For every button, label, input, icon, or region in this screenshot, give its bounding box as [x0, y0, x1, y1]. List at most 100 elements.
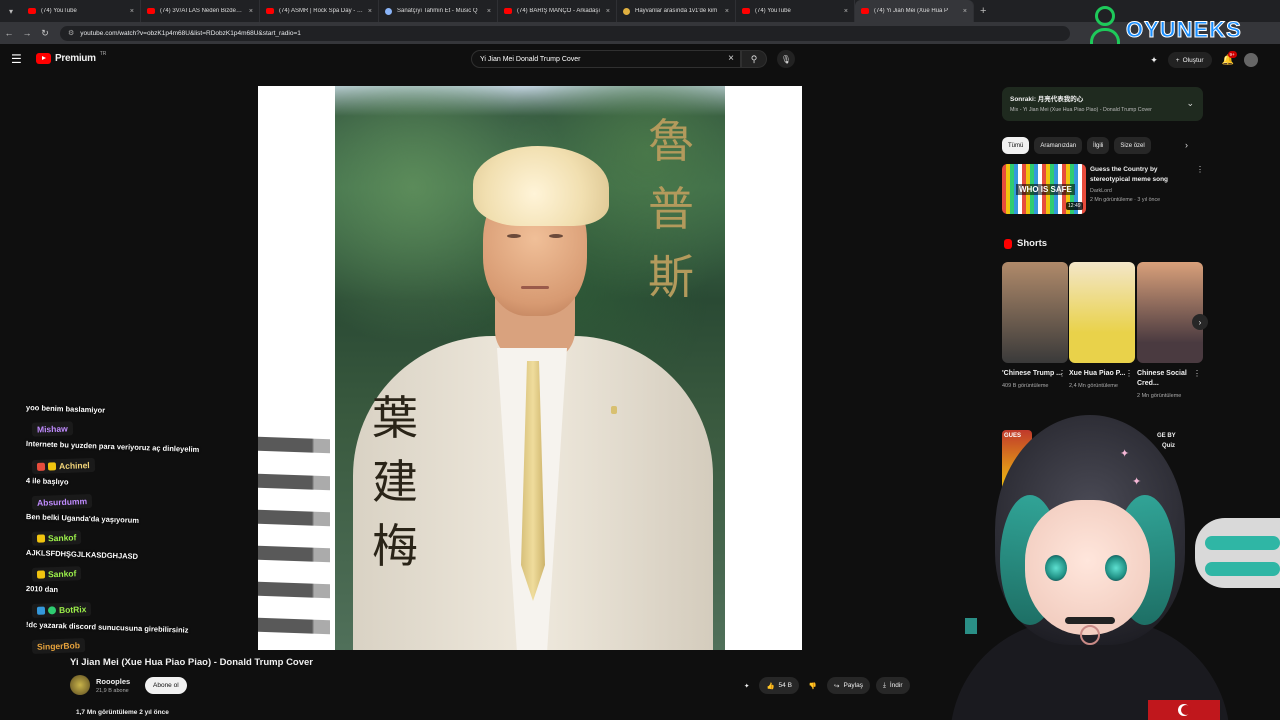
browser-tab[interactable]: Sanatçıyı Tahmin Et - Music Q ×: [379, 0, 498, 22]
close-icon[interactable]: ×: [130, 8, 134, 15]
share-icon: ↪: [834, 682, 840, 690]
like-button[interactable]: 👍 54 B: [759, 677, 799, 694]
browser-tab[interactable]: (74) YouTube ×: [22, 0, 141, 22]
chat-message: 2010 dan: [26, 581, 330, 599]
more-vert-icon[interactable]: ⋮: [1193, 369, 1201, 378]
chat-username: Sankof: [31, 566, 82, 582]
youtube-icon: [266, 8, 274, 14]
close-icon[interactable]: ×: [249, 8, 253, 15]
chip-from-search[interactable]: Aramanızdan: [1034, 137, 1083, 154]
chip-for-you[interactable]: Size özel: [1114, 137, 1151, 154]
forward-icon[interactable]: →: [18, 28, 36, 38]
youtube-logo[interactable]: Premium TR: [36, 51, 106, 64]
chat-username: Mishaw: [31, 421, 73, 437]
short-thumbnail[interactable]: [1002, 262, 1068, 363]
chat-message: AJKLSFDHŞGJLKASDGHJASD: [26, 545, 330, 563]
tab-search-icon[interactable]: ▾: [0, 0, 22, 22]
browser-tab[interactable]: (74) ASMR | Rock Spa Day - Yo ×: [260, 0, 379, 22]
short-card[interactable]: Xue Hua Piao P... 2,4 Mn görüntüleme ⋮: [1069, 262, 1135, 390]
url-field[interactable]: ⚙ youtube.com/watch?v=obzK1p4m68U&list=R…: [60, 25, 1070, 41]
views-and-age: 1,7 Mn görüntüleme 2 yıl önce: [76, 709, 169, 716]
download-button[interactable]: ⤓ İndir: [875, 677, 910, 694]
rec-meta: 2 Mn görüntüleme · 3 yıl önce: [1090, 197, 1161, 203]
chevron-right-icon[interactable]: ›: [1185, 140, 1188, 150]
badge-icon: [36, 534, 46, 543]
more-vert-icon[interactable]: ⋮: [1196, 165, 1204, 174]
lapel-pin: [611, 406, 617, 414]
star-icon: ✦: [1132, 476, 1142, 488]
share-button[interactable]: ↪ Paylaş: [827, 677, 870, 694]
youtube-icon: [28, 8, 36, 14]
browser-tab[interactable]: (74) 3V/ATLAS Neden Bizden G ×: [141, 0, 260, 22]
short-card[interactable]: 'Chinese Trump ... 409 B görüntüleme ⋮: [1002, 262, 1068, 390]
notification-badge: 9+: [1227, 50, 1237, 58]
chevron-down-icon[interactable]: ⌄: [1186, 98, 1194, 109]
extension-icon[interactable]: ✦: [1150, 55, 1158, 66]
chevron-right-icon[interactable]: ›: [1192, 314, 1208, 330]
chat-message: 4 ile başlıyo: [26, 473, 330, 491]
chat-message: yoo benim baslamiyor: [25, 403, 106, 415]
more-vert-icon[interactable]: ⋮: [1058, 369, 1066, 378]
browser-tab-active[interactable]: (74) Yi Jian Mei (Xue Hua P ×: [855, 0, 974, 22]
account-avatar[interactable]: [1244, 53, 1258, 67]
back-icon[interactable]: ←: [0, 28, 18, 38]
close-icon[interactable]: ×: [725, 8, 729, 15]
close-icon[interactable]: ×: [487, 8, 491, 15]
chat-username: Achinel: [31, 457, 95, 475]
clear-search-icon[interactable]: ×: [728, 53, 734, 64]
chinese-title-left: 葉 建 梅: [372, 391, 418, 573]
reload-icon[interactable]: ↻: [36, 28, 54, 39]
badge-icon: [36, 462, 46, 471]
mix-playlist-panel[interactable]: Sonraki: 月亮代表我的心 Mix - Yi Jian Mei (Xue …: [1002, 87, 1203, 121]
browser-tab[interactable]: (74) BARIŞ MANÇO - Arkadaşı ×: [498, 0, 617, 22]
short-card[interactable]: Chinese Social Cred... 2 Mn görüntüleme …: [1137, 262, 1203, 400]
site-icon: [623, 7, 630, 15]
youtube-icon: [147, 8, 155, 14]
browser-tab[interactable]: (74) YouTube ×: [736, 0, 855, 22]
vtuber-avatar: ✦ ✦: [940, 405, 1240, 720]
search-button[interactable]: ⚲: [741, 50, 767, 68]
turkish-flag: [1148, 700, 1220, 720]
chat-username: Absurdumm: [31, 493, 93, 511]
new-tab-button[interactable]: +: [974, 5, 986, 17]
search-input[interactable]: Yi Jian Mei Donald Trump Cover ×: [471, 50, 741, 68]
recommended-video[interactable]: WHO IS SAFE 12:49 Guess the Country by s…: [1002, 164, 1204, 214]
download-icon: ⤓: [882, 681, 886, 689]
youtube-icon: [742, 8, 750, 14]
pentagram-pendant-icon: [1080, 625, 1100, 645]
more-vert-icon[interactable]: ⋮: [1125, 369, 1133, 378]
sparkle-icon[interactable]: ✦: [740, 677, 753, 694]
header-actions: ✦ + Oluştur 🔔 9+: [1150, 50, 1258, 68]
plus-icon: +: [1175, 56, 1180, 64]
close-icon[interactable]: ×: [844, 8, 848, 15]
close-icon[interactable]: ×: [963, 8, 967, 15]
short-thumbnail[interactable]: [1137, 262, 1203, 363]
create-button[interactable]: + Oluştur: [1167, 52, 1212, 68]
youtube-play-icon: [36, 53, 51, 64]
chip-related[interactable]: İlgili: [1087, 137, 1110, 154]
subscribe-button[interactable]: Abone ol: [145, 677, 187, 694]
video-player[interactable]: 魯 普 斯 葉 建 梅: [258, 86, 802, 650]
channel-name[interactable]: Roooples: [96, 677, 130, 686]
rec-title[interactable]: Guess the Country by stereotypical meme …: [1090, 165, 1190, 185]
youtube-icon: [861, 8, 869, 14]
channel-avatar[interactable]: [70, 675, 90, 695]
video-duration: 12:49: [1066, 202, 1083, 210]
thumbs-up-icon: 👍: [766, 682, 775, 690]
notifications-icon[interactable]: 🔔 9+: [1222, 50, 1237, 66]
youtube-header: ☰ Premium TR Yi Jian Mei Donald Trump Co…: [0, 44, 1280, 76]
chinese-title-right: 魯 普 斯: [648, 114, 694, 304]
badge-icon: [36, 570, 46, 579]
choker-shape: [1065, 617, 1115, 624]
close-icon[interactable]: ×: [368, 8, 372, 15]
browser-tab[interactable]: Hayvanlar arasında 1v1'de kim ×: [617, 0, 736, 22]
short-thumbnail[interactable]: [1069, 262, 1135, 363]
chip-all[interactable]: Tümü: [1002, 137, 1030, 154]
hair-shape: [473, 146, 609, 226]
shorts-icon: [1004, 238, 1012, 249]
close-icon[interactable]: ×: [606, 8, 610, 15]
site-info-icon[interactable]: ⚙: [68, 29, 74, 37]
menu-icon[interactable]: ☰: [11, 53, 23, 65]
dislike-button[interactable]: 👎: [805, 677, 821, 694]
mic-icon[interactable]: 🎙: [777, 50, 795, 68]
